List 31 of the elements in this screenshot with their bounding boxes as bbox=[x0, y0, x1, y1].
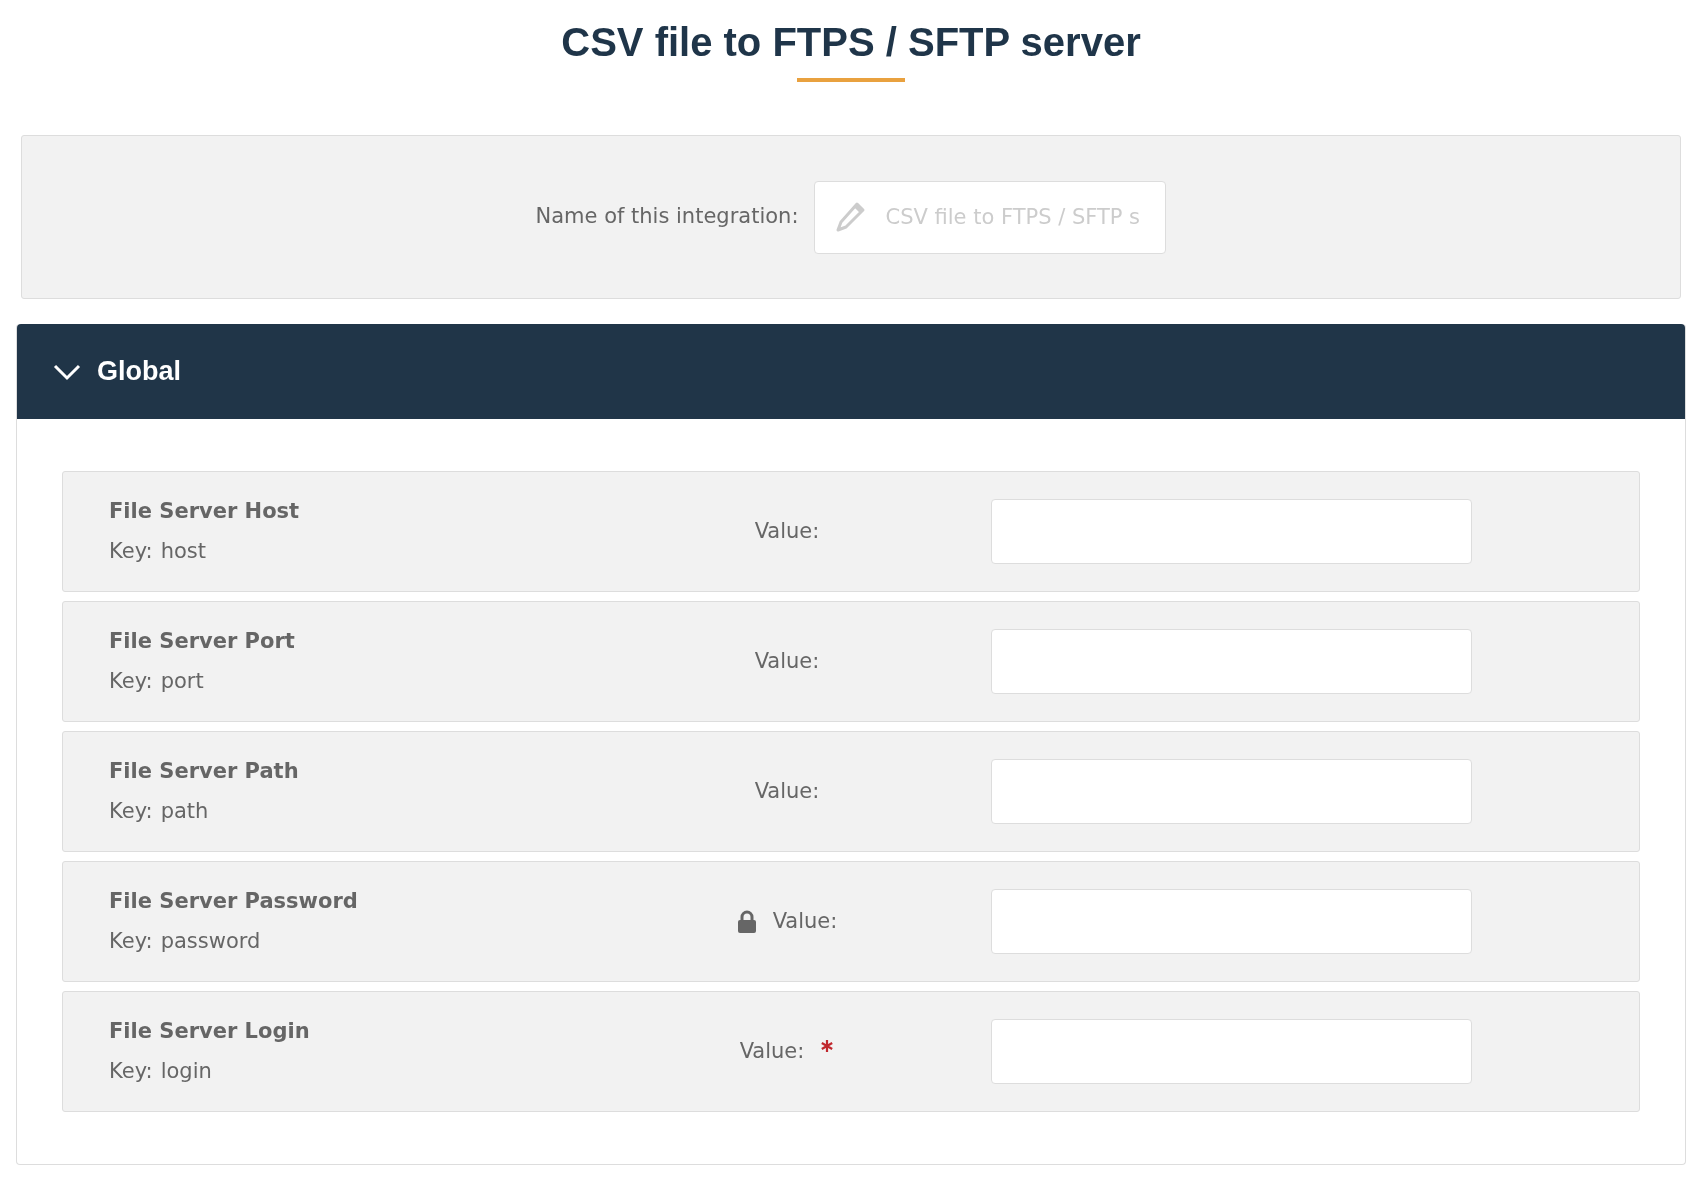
value-field[interactable] bbox=[991, 499, 1472, 564]
pencil-icon bbox=[834, 200, 867, 233]
chevron-down-icon bbox=[53, 362, 81, 381]
value-label: Value: bbox=[754, 517, 820, 545]
field-name: File Server Path bbox=[109, 758, 300, 785]
page-title: CSV file to FTPS / SFTP server bbox=[561, 19, 1141, 66]
value-label: Value: bbox=[754, 777, 820, 805]
key-label: Key: bbox=[109, 797, 153, 825]
field-name: File Server Password bbox=[109, 888, 359, 915]
field-name: File Server Port bbox=[109, 628, 296, 655]
section-title: Global bbox=[97, 355, 181, 389]
value-field[interactable] bbox=[991, 759, 1472, 824]
key-value: port bbox=[160, 667, 204, 695]
key-value: host bbox=[160, 537, 206, 565]
value-label: Value: bbox=[754, 647, 820, 675]
value-field[interactable] bbox=[991, 629, 1472, 694]
key-label: Key: bbox=[109, 537, 153, 565]
key-label: Key: bbox=[109, 927, 153, 955]
field-name: File Server Login bbox=[109, 1018, 311, 1045]
field-name: File Server Host bbox=[109, 498, 301, 525]
value-field[interactable] bbox=[991, 889, 1472, 954]
key-value: login bbox=[160, 1057, 212, 1085]
key-value: password bbox=[160, 927, 261, 955]
value-label: Value: bbox=[739, 1037, 805, 1065]
value-label: Value: bbox=[772, 907, 838, 935]
key-label: Key: bbox=[109, 667, 153, 695]
section-header[interactable]: Global bbox=[17, 324, 1685, 419]
key-value: path bbox=[160, 797, 209, 825]
key-label: Key: bbox=[109, 1057, 153, 1085]
name-label: Name of this integration: bbox=[535, 203, 799, 231]
value-field[interactable] bbox=[991, 1019, 1472, 1084]
